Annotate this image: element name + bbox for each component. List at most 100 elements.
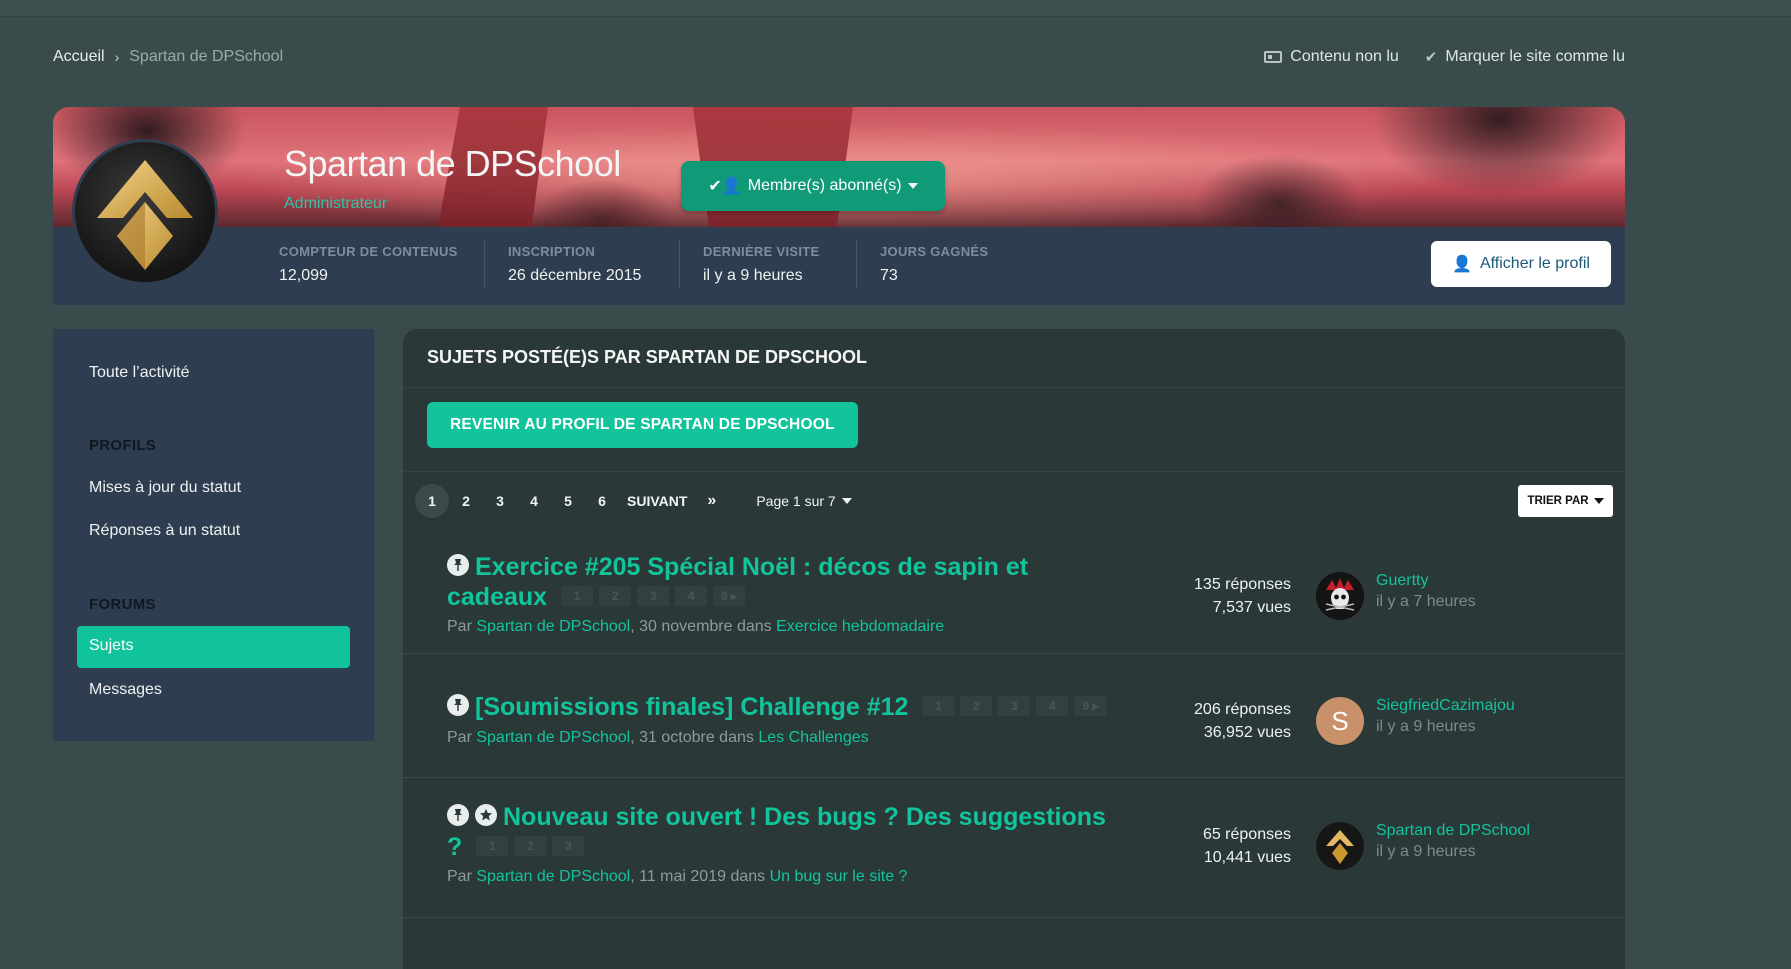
followers-button-label: Membre(s) abonné(s) bbox=[747, 177, 902, 194]
row-divider bbox=[403, 917, 1625, 918]
page-title: SUJETS POSTÉ(E)S PAR SPARTAN DE DPSCHOOL bbox=[427, 347, 868, 367]
mini-page-button[interactable]: 1 bbox=[922, 696, 955, 717]
page-jump-label: Page 1 sur 7 bbox=[756, 493, 836, 509]
mini-page-button[interactable]: 2 bbox=[514, 836, 547, 857]
mini-page-button[interactable]: 9 ▸ bbox=[1074, 696, 1107, 717]
topic-title-link-cont[interactable]: ? 1 2 3 bbox=[447, 832, 585, 862]
last-post-time: il y a 9 heures bbox=[1376, 718, 1476, 735]
pin-icon bbox=[447, 694, 469, 717]
divider bbox=[679, 240, 680, 288]
mini-page-button[interactable]: 6 ▸ bbox=[713, 586, 746, 607]
caret-down-icon bbox=[1593, 498, 1604, 504]
sidebar-item-status-replies[interactable]: Réponses à un statut bbox=[89, 522, 240, 540]
avatar[interactable] bbox=[1316, 822, 1364, 870]
divider bbox=[403, 471, 1625, 472]
topic-views: 36,952 vues bbox=[1203, 724, 1291, 741]
profile-role: Administrateur bbox=[284, 195, 388, 212]
back-to-profile-button[interactable]: REVENIR AU PROFIL DE SPARTAN DE DPSCHOOL bbox=[427, 402, 858, 448]
avatar[interactable]: S bbox=[1316, 697, 1364, 745]
topic-meta: Par Spartan de DPSchool, 31 octobre dans… bbox=[447, 729, 869, 747]
page-1-button[interactable]: 1 bbox=[415, 484, 449, 518]
caret-down-icon bbox=[907, 183, 918, 189]
topic-views: 10,441 vues bbox=[1203, 849, 1291, 866]
sort-button-label: TRIER PAR bbox=[1527, 495, 1589, 507]
topic-author-link[interactable]: Spartan de DPSchool bbox=[476, 618, 630, 635]
unread-content-link[interactable]: Contenu non lu bbox=[1264, 48, 1399, 66]
topic-meta: Par Spartan de DPSchool, 30 novembre dan… bbox=[447, 618, 944, 636]
topic-replies: 65 réponses bbox=[1202, 826, 1291, 843]
topic-stats: 135 réponses 7,537 vues bbox=[1194, 573, 1291, 619]
row-divider bbox=[403, 653, 1625, 654]
mini-page-button[interactable]: 2 bbox=[960, 696, 993, 717]
divider bbox=[484, 240, 485, 288]
page-6-button[interactable]: 6 bbox=[585, 484, 619, 518]
page-jump-dropdown[interactable]: Page 1 sur 7 bbox=[756, 493, 852, 509]
topic-replies: 135 réponses bbox=[1194, 576, 1291, 593]
page-4-button[interactable]: 4 bbox=[517, 484, 551, 518]
star-icon bbox=[475, 804, 497, 827]
topic-mini-pagination: 1 2 3 4 6 ▸ bbox=[561, 586, 746, 607]
topic-title-link[interactable]: [Soumissions finales] Challenge #12 1 2 … bbox=[447, 692, 1107, 722]
stat-last-visit: DERNIÈRE VISITE il y a 9 heures bbox=[703, 244, 819, 285]
sidebar-item-all-activity[interactable]: Toute l’activité bbox=[89, 364, 190, 382]
topic-date: , 31 octobre dans bbox=[630, 729, 754, 746]
last-poster-link[interactable]: SiegfriedCazimajou bbox=[1376, 697, 1515, 715]
topic-title-link[interactable]: Nouveau site ouvert ! Des bugs ? Des sug… bbox=[447, 802, 1106, 832]
topic-date: , 30 novembre dans bbox=[630, 618, 772, 635]
sidebar-item-posts[interactable]: Messages bbox=[89, 681, 162, 699]
mini-page-button[interactable]: 3 bbox=[637, 586, 670, 607]
topic-title-text: Nouveau site ouvert ! Des bugs ? Des sug… bbox=[503, 803, 1106, 831]
last-poster-link[interactable]: Guertty bbox=[1376, 572, 1428, 590]
user-icon: 👤 bbox=[1452, 256, 1472, 273]
topic-author-link[interactable]: Spartan de DPSchool bbox=[476, 868, 630, 885]
mini-page-button[interactable]: 4 bbox=[1036, 696, 1069, 717]
topic-title-text: ? bbox=[447, 833, 463, 861]
skull-icon bbox=[1316, 572, 1364, 620]
breadcrumb-home-link[interactable]: Accueil bbox=[53, 48, 105, 66]
mini-page-button[interactable]: 3 bbox=[998, 696, 1031, 717]
check-user-icon: ✔👤 bbox=[708, 178, 742, 195]
profile-avatar[interactable] bbox=[72, 139, 218, 285]
check-icon: ✔ bbox=[1424, 49, 1438, 66]
mini-page-button[interactable]: 1 bbox=[561, 586, 594, 607]
breadcrumb: Accueil › Spartan de DPSchool bbox=[53, 48, 283, 66]
last-post-time: il y a 7 heures bbox=[1376, 593, 1476, 610]
followers-button[interactable]: ✔👤 Membre(s) abonné(s) bbox=[681, 161, 945, 211]
topic-title-text: cadeaux bbox=[447, 583, 548, 611]
topic-forum-link[interactable]: Exercice hebdomadaire bbox=[776, 618, 944, 635]
sort-button[interactable]: TRIER PAR bbox=[1518, 485, 1613, 517]
avatar-initial: S bbox=[1331, 705, 1349, 736]
meta-by: Par bbox=[447, 729, 472, 746]
mini-page-button[interactable]: 1 bbox=[476, 836, 509, 857]
stat-content-count: COMPTEUR DE CONTENUS 12,099 bbox=[279, 244, 458, 285]
stat-value: il y a 9 heures bbox=[703, 267, 803, 284]
view-profile-label: Afficher le profil bbox=[1479, 255, 1590, 272]
meta-by: Par bbox=[447, 868, 472, 885]
mini-page-button[interactable]: 4 bbox=[675, 586, 708, 607]
mark-site-read-link[interactable]: ✔ Marquer le site comme lu bbox=[1425, 48, 1625, 66]
view-profile-button[interactable]: 👤 Afficher le profil bbox=[1431, 241, 1611, 287]
stat-label: INSCRIPTION bbox=[508, 244, 596, 259]
spartan-logo-icon bbox=[1326, 830, 1354, 864]
topic-forum-link[interactable]: Un bug sur le site ? bbox=[770, 868, 908, 885]
avatar[interactable] bbox=[1316, 572, 1364, 620]
topic-replies: 206 réponses bbox=[1194, 701, 1291, 718]
profile-name: Spartan de DPSchool bbox=[284, 143, 621, 184]
next-page-button[interactable]: SUIVANT bbox=[627, 493, 687, 509]
last-page-icon[interactable]: » bbox=[707, 492, 716, 510]
last-poster-link[interactable]: Spartan de DPSchool bbox=[1376, 822, 1530, 840]
mini-page-button[interactable]: 3 bbox=[552, 836, 585, 857]
sidebar-item-topics[interactable]: Sujets bbox=[77, 626, 350, 668]
sidebar-item-status-updates[interactable]: Mises à jour du statut bbox=[89, 479, 241, 497]
stat-value: 73 bbox=[880, 267, 898, 284]
topic-title-link[interactable]: Exercice #205 Spécial Noël : décos de sa… bbox=[447, 552, 1028, 582]
page-3-button[interactable]: 3 bbox=[483, 484, 517, 518]
topic-author-link[interactable]: Spartan de DPSchool bbox=[476, 729, 630, 746]
topic-forum-link[interactable]: Les Challenges bbox=[758, 729, 868, 746]
page-2-button[interactable]: 2 bbox=[449, 484, 483, 518]
mark-site-read-label: Marquer le site comme lu bbox=[1445, 48, 1625, 65]
mini-page-button[interactable]: 2 bbox=[599, 586, 632, 607]
page-5-button[interactable]: 5 bbox=[551, 484, 585, 518]
topic-title-link-cont[interactable]: cadeaux 1 2 3 4 6 ▸ bbox=[447, 582, 746, 612]
sidebar-item-label: Sujets bbox=[89, 637, 134, 654]
